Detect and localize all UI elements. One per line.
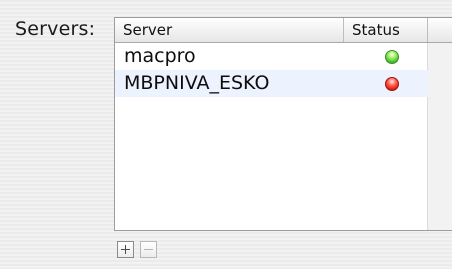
add-server-button[interactable] [117, 241, 134, 258]
table-filler-column [428, 43, 452, 230]
column-header-filler [428, 18, 452, 42]
status-cell [385, 50, 399, 64]
server-name-cell: macpro [124, 45, 196, 67]
servers-label: Servers: [15, 18, 96, 40]
table-body: macpro MBPNIVA_ESKO [115, 43, 452, 230]
remove-server-button[interactable] [140, 241, 157, 258]
table-header: Server Status [115, 18, 452, 43]
status-offline-icon [385, 77, 399, 91]
column-header-status[interactable]: Status [344, 18, 428, 42]
status-online-icon [385, 50, 399, 64]
status-cell [385, 77, 399, 91]
column-header-server[interactable]: Server [115, 18, 344, 42]
table-row[interactable]: macpro [115, 43, 428, 70]
table-row[interactable]: MBPNIVA_ESKO [115, 70, 428, 97]
server-name-cell: MBPNIVA_ESKO [124, 72, 270, 94]
servers-table[interactable]: Server Status macpro MBPNIVA_ESKO [114, 17, 452, 231]
